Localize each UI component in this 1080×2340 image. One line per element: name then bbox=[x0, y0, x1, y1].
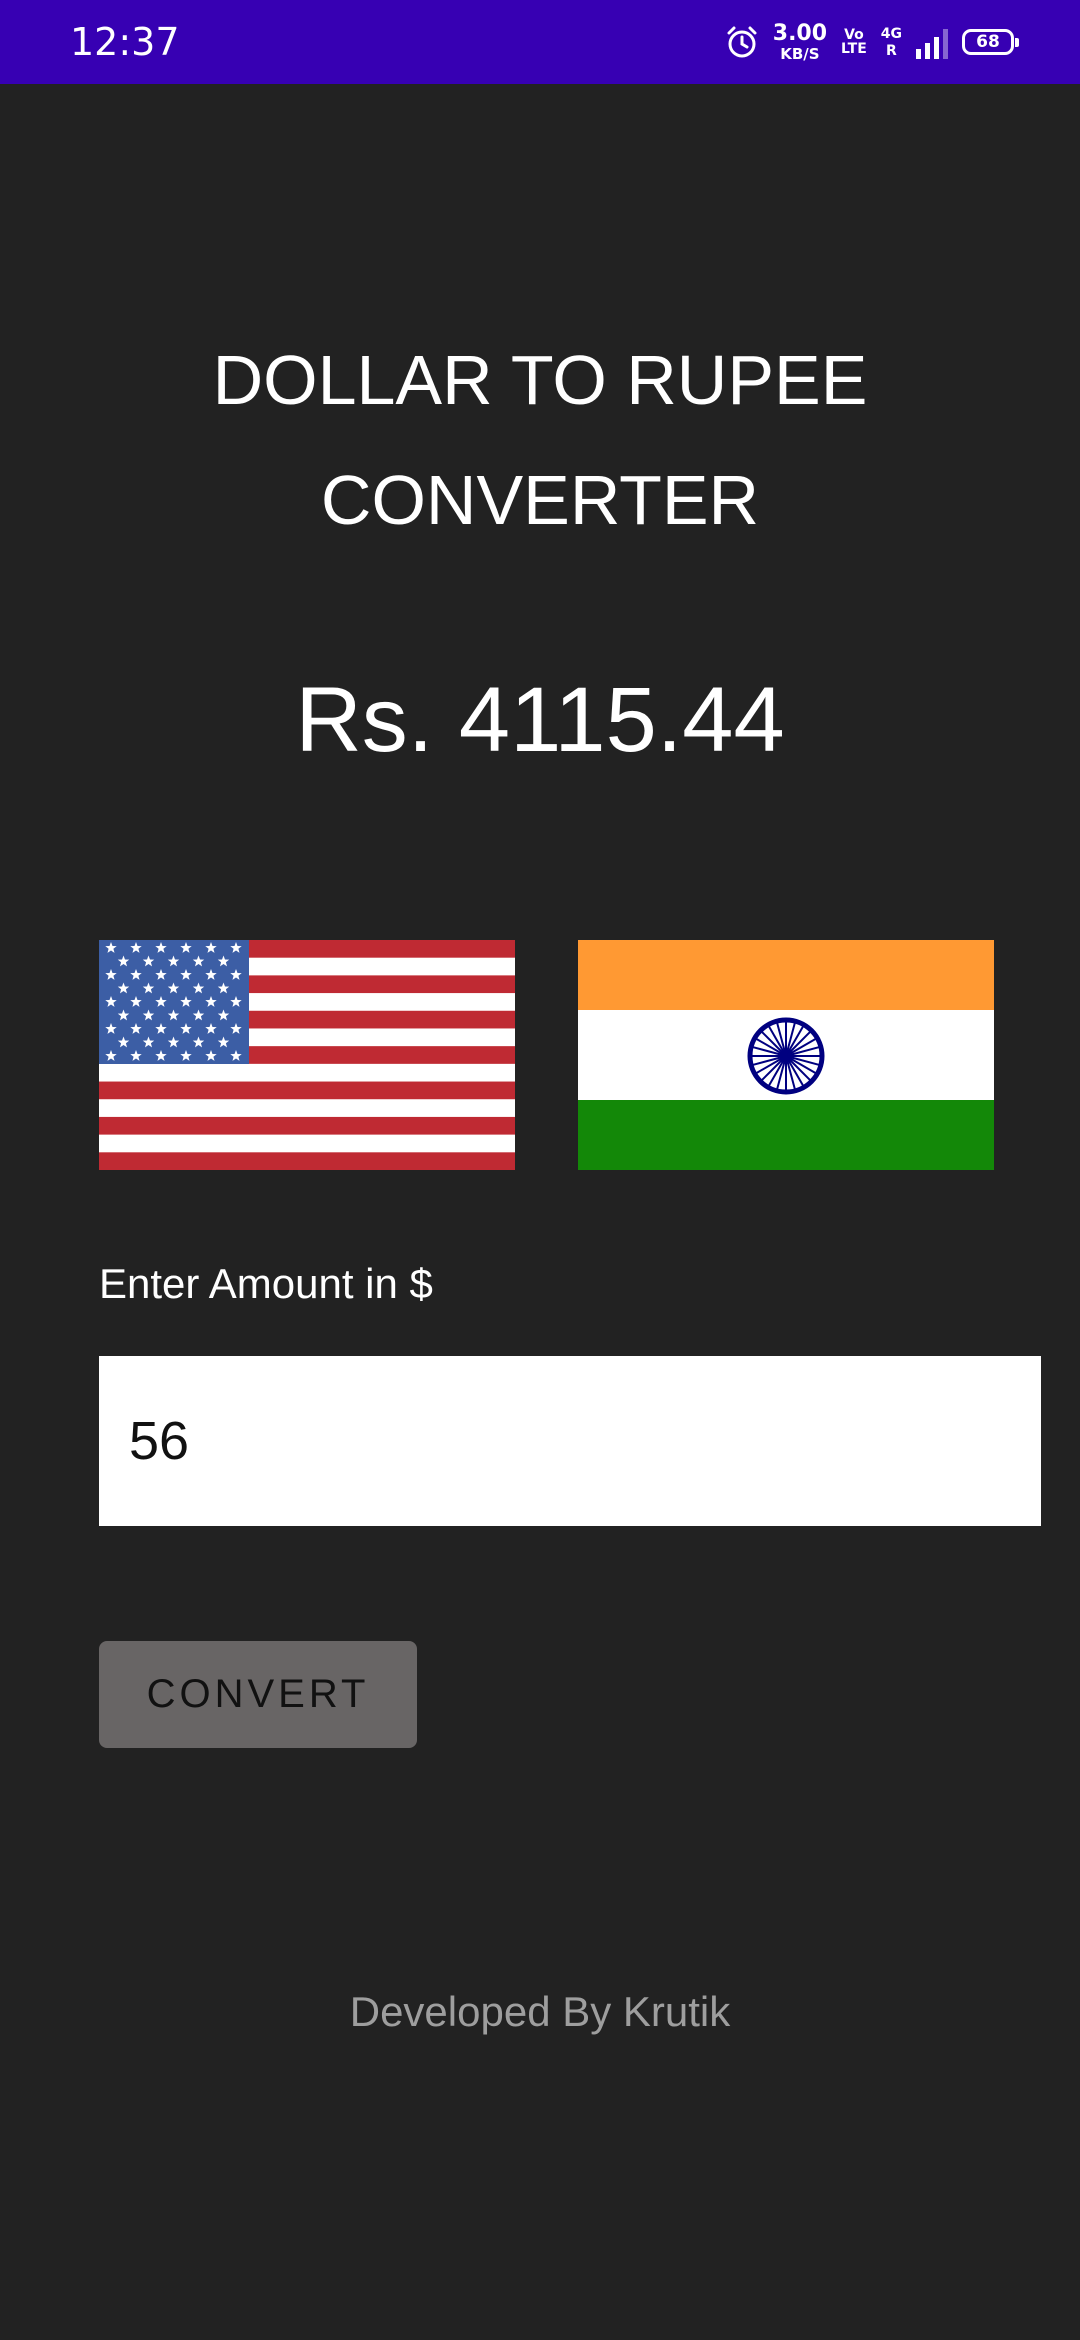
amount-input[interactable] bbox=[99, 1356, 1041, 1526]
signal-icon bbox=[916, 25, 948, 59]
india-flag bbox=[578, 940, 994, 1170]
title-line-2: CONVERTER bbox=[320, 461, 760, 539]
network-type: 4G bbox=[880, 25, 902, 42]
app-screen: 12:37 3.00 KB/S Vo LTE 4G R 68 DOLLAR TO… bbox=[0, 0, 1080, 2340]
page-title: DOLLAR TO RUPEE CONVERTER bbox=[0, 320, 1080, 560]
developer-credit: Developed By Krutik bbox=[349, 1988, 731, 2035]
convert-button[interactable]: CONVERT bbox=[99, 1641, 417, 1748]
status-time: 12:37 bbox=[70, 20, 180, 64]
status-icons: 3.00 KB/S Vo LTE 4G R 68 bbox=[725, 16, 1019, 68]
title-line-1: DOLLAR TO RUPEE bbox=[212, 341, 868, 419]
status-bar: 12:37 3.00 KB/S Vo LTE 4G R 68 bbox=[0, 0, 1080, 84]
battery-icon: 68 bbox=[962, 29, 1019, 55]
battery-level: 68 bbox=[976, 32, 1000, 52]
volte-top: Vo bbox=[844, 27, 864, 43]
volte-indicator: Vo LTE bbox=[841, 28, 867, 56]
us-flag bbox=[99, 940, 515, 1170]
network-type-group: 4G R bbox=[881, 27, 902, 58]
net-speed-unit: KB/S bbox=[780, 44, 820, 63]
roaming-indicator: R bbox=[885, 42, 897, 59]
conversion-result: Rs. 4115.44 bbox=[295, 669, 785, 771]
volte-bottom: LTE bbox=[841, 41, 867, 57]
ashoka-chakra bbox=[747, 1017, 825, 1095]
amount-label: Enter Amount in $ bbox=[99, 1260, 433, 1307]
net-speed: 3.00 KB/S bbox=[772, 20, 828, 63]
alarm-icon bbox=[727, 26, 757, 58]
net-speed-value: 3.00 bbox=[772, 20, 828, 46]
